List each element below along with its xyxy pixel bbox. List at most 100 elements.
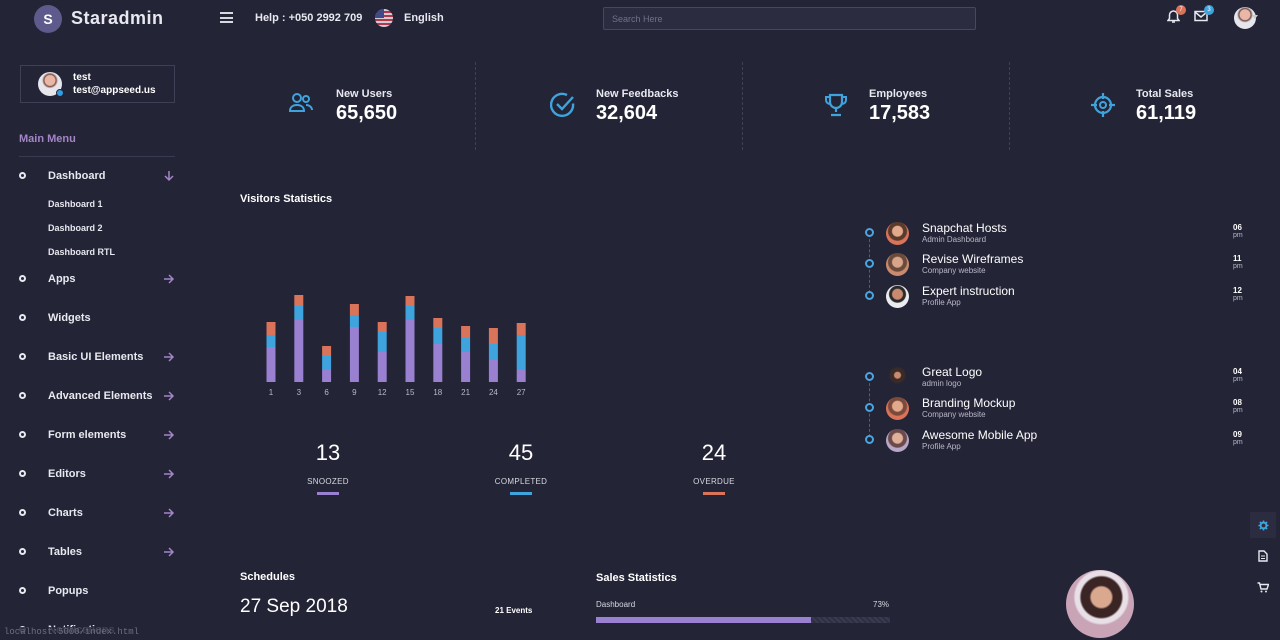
- timeline-item[interactable]: Expert instruction Profile App 12 pm: [864, 284, 1254, 315]
- sidebar-item-label: Tables: [48, 546, 83, 558]
- notifications-button[interactable]: 7: [1167, 5, 1186, 24]
- bullet-icon: [19, 587, 26, 594]
- timeline-dot: [865, 403, 874, 412]
- x-tick-label: 18: [433, 388, 442, 397]
- bar-segment[interactable]: [377, 352, 387, 382]
- arrow-right-icon: [164, 469, 175, 479]
- bar-segment[interactable]: [461, 338, 471, 352]
- bar-segment[interactable]: [461, 352, 471, 382]
- notifications-badge: 7: [1176, 5, 1186, 15]
- sidebar-item-dashboard[interactable]: Dashboard: [0, 165, 205, 187]
- docs-button[interactable]: [1250, 543, 1276, 569]
- timeline-time: 08 pm: [1233, 398, 1243, 415]
- sidebar-item-popups[interactable]: Popups: [0, 580, 205, 602]
- profile-name: test: [73, 72, 91, 83]
- bar-segment[interactable]: [322, 370, 332, 382]
- status-bar-url: localhost:5000/index.html: [0, 627, 144, 640]
- bullet-icon: [19, 431, 26, 438]
- sidebar-item-apps[interactable]: Apps: [0, 268, 205, 290]
- bar-segment[interactable]: [405, 296, 415, 306]
- bar-segment[interactable]: [349, 304, 359, 315]
- bar-segment[interactable]: [266, 322, 276, 335]
- sidebar-item-forms[interactable]: Form elements: [0, 424, 205, 446]
- bar-segment[interactable]: [322, 356, 332, 370]
- avatar: [38, 72, 64, 97]
- bar-segment[interactable]: [294, 306, 304, 320]
- timeline-subtitle: Admin Dashboard: [922, 235, 987, 244]
- x-tick-label: 3: [297, 388, 302, 397]
- sidebar-item-label: Charts: [48, 507, 83, 519]
- sidebar-subitem-dashboard-2[interactable]: Dashboard 2: [48, 223, 103, 233]
- cart-button[interactable]: [1250, 574, 1276, 600]
- bar-segment[interactable]: [488, 344, 498, 360]
- bar-segment[interactable]: [266, 347, 276, 382]
- bar-segment[interactable]: [433, 318, 443, 328]
- sidebar-subitem-dashboard-1[interactable]: Dashboard 1: [48, 199, 103, 209]
- timeline-title: Revise Wireframes: [922, 252, 1024, 266]
- timeline-item[interactable]: Snapchat Hosts Admin Dashboard 06 pm: [864, 221, 1254, 252]
- bar-segment[interactable]: [349, 327, 359, 382]
- bar-segment[interactable]: [405, 320, 415, 382]
- menu-toggle-icon[interactable]: [220, 12, 233, 23]
- kpi-completed: 45 COMPLETED: [481, 440, 561, 495]
- timeline-time: 12 pm: [1233, 286, 1243, 303]
- sidebar-item-label: Basic UI Elements: [48, 351, 144, 363]
- timeline-item[interactable]: Revise Wireframes Company website 11 pm: [864, 252, 1254, 283]
- sidebar-item-advanced[interactable]: Advanced Elements: [0, 385, 205, 407]
- bar-segment[interactable]: [488, 328, 498, 344]
- bar-segment[interactable]: [516, 323, 526, 335]
- profile-card[interactable]: test test@appseed.us: [20, 65, 175, 103]
- avatar: [886, 397, 909, 420]
- timeline-dot: [865, 435, 874, 444]
- sidebar-item-widgets[interactable]: Widgets: [0, 307, 205, 329]
- bar-segment[interactable]: [294, 295, 304, 306]
- arrow-right-icon: [164, 547, 175, 557]
- messages-button[interactable]: 3: [1194, 5, 1214, 22]
- settings-button[interactable]: [1250, 512, 1276, 538]
- language-selector[interactable]: English: [375, 9, 444, 27]
- arrow-right-icon: [164, 274, 175, 284]
- sales-statistics-title: Sales Statistics: [596, 572, 677, 584]
- bar-segment[interactable]: [294, 320, 304, 382]
- timeline-item[interactable]: Great Logo admin logo 04 pm: [864, 365, 1254, 396]
- sidebar-subitem-dashboard-rtl[interactable]: Dashboard RTL: [48, 247, 115, 257]
- bullet-icon: [19, 509, 26, 516]
- timeline-title: Great Logo: [922, 365, 983, 379]
- kpi-color-bar: [703, 492, 725, 495]
- chevron-down-icon[interactable]: [1252, 15, 1258, 19]
- brand[interactable]: S Staradmin: [0, 4, 205, 33]
- bar-segment[interactable]: [488, 360, 498, 382]
- visitors-bar-chart: 1 3 6 9 12 15 18 21 24 27: [266, 295, 526, 397]
- timeline-item[interactable]: Awesome Mobile App Profile App 09 pm: [864, 428, 1254, 459]
- kpi-label: OVERDUE: [693, 477, 735, 486]
- bar-segment[interactable]: [405, 306, 415, 320]
- bar-segment[interactable]: [377, 322, 387, 332]
- timeline-item[interactable]: Branding Mockup Company website 08 pm: [864, 396, 1254, 427]
- timeline-dot: [865, 291, 874, 300]
- bullet-icon: [19, 548, 26, 555]
- floating-toolbar: [1250, 512, 1278, 605]
- search-input[interactable]: [603, 7, 976, 30]
- bar-segment[interactable]: [266, 335, 276, 347]
- x-tick-label: 9: [352, 388, 357, 397]
- help-phone[interactable]: Help : +050 2992 709: [255, 12, 362, 24]
- bar-segment[interactable]: [322, 346, 332, 356]
- bar-segment[interactable]: [461, 326, 471, 338]
- sidebar-item-tables[interactable]: Tables: [0, 541, 205, 563]
- sidebar-item-basic-ui[interactable]: Basic UI Elements: [0, 346, 205, 368]
- sidebar-item-charts[interactable]: Charts: [0, 502, 205, 524]
- sidebar-item-label: Popups: [48, 585, 89, 597]
- timeline-time: 09 pm: [1233, 430, 1243, 447]
- bar-segment[interactable]: [516, 335, 526, 370]
- timeline-subtitle: Company website: [922, 410, 986, 419]
- stat-new-users: New Users 65,650: [208, 62, 475, 150]
- bar-segment[interactable]: [377, 332, 387, 352]
- crosshair-icon: [1091, 93, 1115, 117]
- sales-progress-label: Dashboard: [596, 600, 636, 609]
- bar-segment[interactable]: [349, 315, 359, 327]
- bar-segment[interactable]: [433, 344, 443, 382]
- bar-segment[interactable]: [433, 328, 443, 344]
- kpi-value: 13: [315, 440, 341, 465]
- bar-segment[interactable]: [516, 370, 526, 382]
- sidebar-item-editors[interactable]: Editors: [0, 463, 205, 485]
